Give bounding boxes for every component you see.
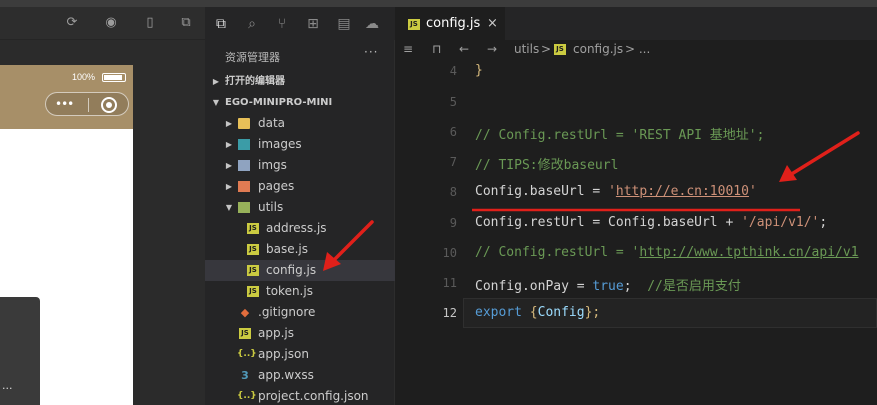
extensions-icon[interactable]: ⊞	[304, 15, 322, 33]
tree-folder-utils[interactable]: ▼ utils	[205, 197, 395, 218]
js-file-icon: JS	[247, 265, 259, 276]
more-dots-icon[interactable]: •••	[55, 97, 74, 111]
chevron-right-icon: ▶	[225, 182, 233, 191]
breadcrumb-sep: >	[541, 42, 552, 56]
folder-icon	[238, 118, 250, 129]
js-file-icon: JS	[408, 19, 420, 30]
chevron-right-icon: ▶	[225, 140, 233, 149]
tab-config-js[interactable]: JS config.js ×	[395, 7, 505, 40]
line-number: 10	[442, 246, 457, 260]
tree-file-app-wxss[interactable]: 3 app.wxss	[205, 365, 395, 386]
code-line-4: }	[475, 63, 483, 78]
tree-file-config-js[interactable]: JS config.js	[205, 260, 395, 281]
tree-file-app-js[interactable]: JS app.js	[205, 323, 395, 344]
battery-icon	[102, 73, 126, 82]
close-icon[interactable]: ×	[487, 16, 498, 31]
js-file-icon: JS	[554, 44, 566, 55]
code-line-7: // TIPS:修改baseurl	[475, 158, 619, 173]
battery-percent: 100%	[72, 72, 96, 82]
docker-icon[interactable]: ☁	[363, 15, 381, 33]
simulator-side-panel[interactable]: ...	[0, 297, 40, 405]
tree-folder-images[interactable]: ▶ images	[205, 134, 395, 155]
line-number: 8	[449, 185, 457, 199]
line-number: 7	[449, 155, 457, 169]
folder-pages-icon	[238, 181, 250, 192]
breadcrumb: ≡ ⊓ ← → utils > JS config.js > ...	[395, 40, 877, 60]
panel-more-dots[interactable]: ...	[2, 379, 13, 392]
line-number: 11	[442, 276, 457, 290]
tree-file-base-js[interactable]: JS base.js	[205, 239, 395, 260]
code-editor[interactable]: 4 } 5 6 // Config.restUrl = 'REST API 基地…	[395, 60, 877, 405]
line-number: 9	[449, 216, 457, 230]
code-line-9: Config.restUrl = Config.baseUrl + '/api/…	[475, 215, 828, 230]
folder-imgs-icon	[238, 160, 250, 171]
js-file-icon: JS	[247, 223, 259, 234]
git-file-icon: ◆	[240, 306, 250, 319]
json-file-icon: {..}	[237, 349, 257, 359]
code-line-12: export {Config};	[475, 305, 601, 320]
code-line-8: Config.baseUrl = 'http://e.cn:10010'	[475, 184, 757, 199]
folder-images-icon	[238, 139, 250, 150]
tree-file-app-json[interactable]: {..} app.json	[205, 344, 395, 365]
tree-folder-data[interactable]: ▶ data	[205, 113, 395, 134]
code-line-10: // Config.restUrl = 'http://www.tpthink.…	[475, 245, 859, 260]
tree-file-address-js[interactable]: JS address.js	[205, 218, 395, 239]
chevron-right-icon: ▶	[225, 119, 233, 128]
line-number: 4	[449, 64, 457, 78]
breadcrumb-tail[interactable]: > ...	[625, 42, 650, 56]
tree-file-gitignore[interactable]: ◆ .gitignore	[205, 302, 395, 323]
editor-tab-bar: JS config.js ×	[395, 7, 877, 40]
simulator-toolbar: ⟳ ◉ ▯ ⧉	[0, 7, 205, 40]
folder-utils-icon	[238, 202, 250, 213]
close-miniprogram-icon[interactable]	[101, 97, 117, 113]
js-file-icon: JS	[247, 286, 259, 297]
app-menubar	[0, 0, 877, 7]
bookmark-icon[interactable]: ⊓	[432, 42, 441, 56]
explorer-panel: 资源管理器 ··· ▶ 打开的编辑器 ▼ EGO-MINIPRO-MINI ▶ …	[205, 40, 395, 405]
git-branch-icon[interactable]: ⑂	[273, 15, 291, 33]
line-number: 6	[449, 125, 457, 139]
search-icon[interactable]: ⌕	[243, 15, 261, 33]
explorer-title: 资源管理器	[225, 51, 280, 64]
tab-label: config.js	[426, 16, 481, 31]
menu-capsule[interactable]: •••	[45, 92, 129, 116]
chevron-down-icon: ▼	[212, 98, 220, 107]
back-arrow-icon[interactable]: ←	[459, 42, 469, 56]
breadcrumb-file[interactable]: config.js	[573, 42, 623, 56]
line-number: 5	[449, 95, 457, 109]
chevron-down-icon: ▼	[225, 203, 233, 212]
chevron-right-icon: ▶	[212, 77, 220, 86]
chevron-right-icon: ▶	[225, 161, 233, 170]
device-icon[interactable]: ▤	[335, 15, 353, 33]
base-url-link[interactable]: http://e.cn:10010	[616, 184, 749, 199]
files-icon[interactable]: ⧉	[212, 15, 230, 33]
refresh-icon[interactable]: ⟳	[64, 15, 80, 31]
tree-folder-imgs[interactable]: ▶ imgs	[205, 155, 395, 176]
phone-icon[interactable]: ▯	[142, 15, 158, 31]
explorer-more-button[interactable]: ···	[364, 45, 378, 59]
forward-arrow-icon[interactable]: →	[487, 42, 497, 56]
activity-bar: ⧉ ⌕ ⑂ ⊞ ▤ ☁	[205, 7, 395, 40]
tree-file-token-js[interactable]: JS token.js	[205, 281, 395, 302]
line-number: 12	[442, 306, 457, 320]
code-line-11: Config.onPay = true; //是否启用支付	[475, 279, 741, 294]
breadcrumb-folder[interactable]: utils	[514, 42, 539, 56]
window-icon[interactable]: ⧉	[178, 15, 194, 31]
record-icon[interactable]: ◉	[103, 15, 119, 31]
section-open-editors[interactable]: ▶ 打开的编辑器	[205, 71, 395, 92]
js-file-icon: JS	[239, 328, 251, 339]
section-project[interactable]: ▼ EGO-MINIPRO-MINI	[205, 92, 395, 113]
list-icon[interactable]: ≡	[403, 42, 413, 56]
tree-folder-pages[interactable]: ▶ pages	[205, 176, 395, 197]
js-file-icon: JS	[247, 244, 259, 255]
json-file-icon: {..}	[237, 391, 257, 401]
css-file-icon: 3	[241, 369, 249, 382]
commented-url-link[interactable]: http://www.tpthink.cn/api/v1	[639, 245, 858, 260]
capsule-divider	[88, 98, 89, 112]
tree-file-project-config-json[interactable]: {..} project.config.json	[205, 386, 395, 405]
code-line-6: // Config.restUrl = 'REST API 基地址';	[475, 128, 765, 143]
phone-navigation-bar: 100% •••	[0, 65, 133, 129]
